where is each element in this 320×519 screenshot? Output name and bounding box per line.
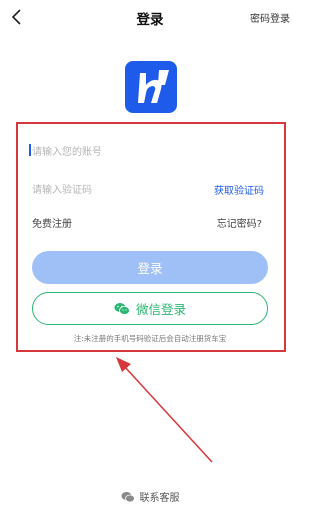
forgot-password-link[interactable]: 忘记密码?: [217, 215, 262, 230]
password-login-link[interactable]: 密码登录: [250, 10, 290, 25]
account-input[interactable]: 请输入您的账号: [29, 143, 272, 159]
register-link[interactable]: 免费注册: [32, 215, 72, 230]
wechat-button-label: 微信登录: [135, 302, 186, 317]
top-bar: 登录 密码登录: [0, 0, 300, 34]
text-caret: [29, 144, 31, 156]
get-code-button[interactable]: 获取验证码: [214, 182, 264, 197]
contact-service-link[interactable]: 联系客服: [0, 489, 300, 504]
contact-service-label: 联系客服: [139, 493, 180, 504]
account-placeholder: 请输入您的账号: [32, 147, 102, 158]
wechat-icon: [114, 302, 130, 315]
chat-bubbles-icon: [121, 491, 135, 502]
auto-register-notice: 注:未注册的手机号码验证后会自动注册货车宝: [73, 334, 227, 343]
verification-code-input[interactable]: 请输入验证码: [32, 181, 192, 197]
login-button-label: 登录: [137, 261, 163, 276]
app-logo-icon: [125, 61, 177, 113]
login-button[interactable]: 登录: [32, 251, 268, 284]
wechat-login-button[interactable]: 微信登录: [32, 292, 268, 325]
code-placeholder: 请输入验证码: [32, 185, 92, 196]
